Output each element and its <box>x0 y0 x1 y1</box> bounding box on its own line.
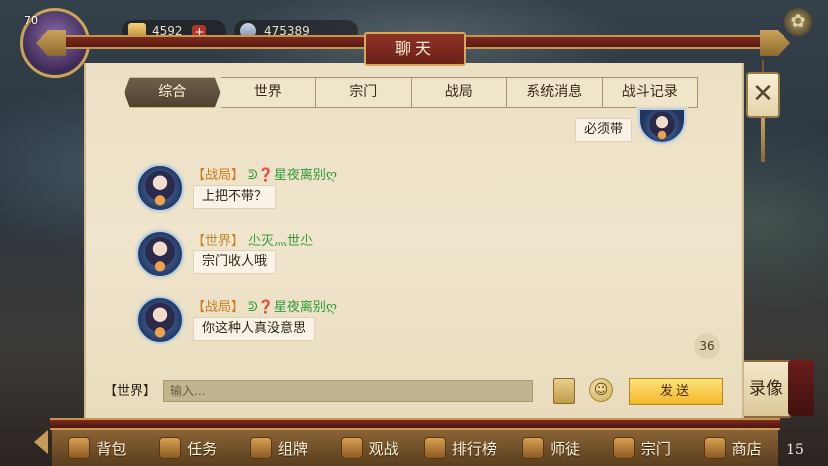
nav-item-bag[interactable]: 背包 <box>52 429 143 466</box>
nav-item-label: 组牌 <box>277 439 308 458</box>
nav-item-label: 观战 <box>368 439 399 458</box>
corner-counter: 15 <box>786 442 804 458</box>
nav-left-arrow-icon[interactable] <box>34 430 48 454</box>
message-header: 【世界】 尐灭灬世尐 <box>192 230 313 249</box>
close-button[interactable]: ✕ <box>746 72 780 118</box>
nav-item-label: 排行榜 <box>451 439 497 458</box>
settings-gear-icon[interactable]: ✿ <box>784 8 812 36</box>
chat-message-list[interactable]: 必须带 【战局】 ᕲ❓星夜离别ღ 上把不带？ 【世界】 尐灭灬世尐 宗门收人哦 【战… <box>86 108 726 362</box>
message-bubble: 宗门收人哦 <box>193 250 277 274</box>
sender-avatar[interactable] <box>136 230 184 278</box>
sender-name[interactable]: ᕲ❓星夜离别ღ <box>248 300 337 315</box>
own-avatar[interactable] <box>638 108 686 144</box>
sender-name[interactable]: ᕲ❓星夜离别ღ <box>248 168 337 183</box>
chat-input[interactable] <box>163 380 533 402</box>
own-message-bubble: 必须带 <box>575 118 633 142</box>
phrase-book-icon[interactable] <box>553 378 575 404</box>
tab-system-messages[interactable]: 系统消息 <box>507 77 603 108</box>
tab-match[interactable]: 战局 <box>411 77 507 108</box>
spectate-icon <box>340 437 363 459</box>
send-button[interactable]: 发送 <box>629 378 723 405</box>
tab-world[interactable]: 世界 <box>220 77 316 108</box>
tab-sect[interactable]: 宗门 <box>316 77 412 108</box>
message-channel-tag: 【世界】 <box>192 234 245 249</box>
emoji-icon[interactable]: ☺ <box>589 378 613 402</box>
nav-item-label: 背包 <box>96 439 127 458</box>
shop-icon <box>703 437 726 459</box>
nav-item-shop[interactable]: 商店 <box>687 429 778 466</box>
sect-icon <box>612 437 635 459</box>
lantern-tassel <box>761 118 765 162</box>
chat-panel-title: 聊天 <box>364 32 466 66</box>
deck-icon <box>249 437 272 459</box>
message-header: 【战局】 ᕲ❓星夜离别ღ <box>192 164 337 183</box>
sender-name[interactable]: 尐灭灬世尐 <box>248 234 313 249</box>
player-level: 70 <box>24 14 38 27</box>
sender-avatar[interactable] <box>136 164 184 212</box>
nav-item-tasks[interactable]: 任务 <box>143 429 234 466</box>
nav-item-sect[interactable]: 宗门 <box>597 429 688 466</box>
unread-count-badge[interactable]: 36 <box>694 333 720 359</box>
sender-avatar[interactable] <box>136 296 184 344</box>
nav-item-leaderboard[interactable]: 排行榜 <box>415 429 506 466</box>
tasks-icon <box>159 437 182 459</box>
nav-item-mentorship[interactable]: 师徒 <box>506 429 597 466</box>
message-bubble: 上把不带？ <box>193 185 277 209</box>
chat-channel-tabs: 综合 世界 宗门 战局 系统消息 战斗记录 <box>124 77 698 108</box>
bag-icon <box>68 437 91 459</box>
input-channel-label[interactable]: 【世界】 <box>104 382 156 402</box>
message-channel-tag: 【战局】 <box>192 168 245 183</box>
nav-item-label: 师徒 <box>550 439 581 458</box>
message-header: 【战局】 ᕲ❓星夜离别ღ <box>192 296 337 315</box>
tab-all[interactable]: 综合 <box>124 77 221 108</box>
nav-item-label: 宗门 <box>640 439 671 458</box>
replay-side-tab <box>788 360 814 416</box>
leaderboard-icon <box>423 437 446 459</box>
message-bubble: 你这种人真没意思 <box>193 317 316 341</box>
mentorship-icon <box>522 437 545 459</box>
nav-item-label: 任务 <box>187 439 218 458</box>
nav-item-label: 商店 <box>731 439 762 458</box>
message-channel-tag: 【战局】 <box>192 300 245 315</box>
bottom-navigation: 背包 任务 组牌 观战 排行榜 师徒 宗门 商店 <box>52 428 778 466</box>
nav-item-deck[interactable]: 组牌 <box>234 429 325 466</box>
nav-item-spectate[interactable]: 观战 <box>324 429 415 466</box>
tab-battle-log[interactable]: 战斗记录 <box>602 77 698 108</box>
